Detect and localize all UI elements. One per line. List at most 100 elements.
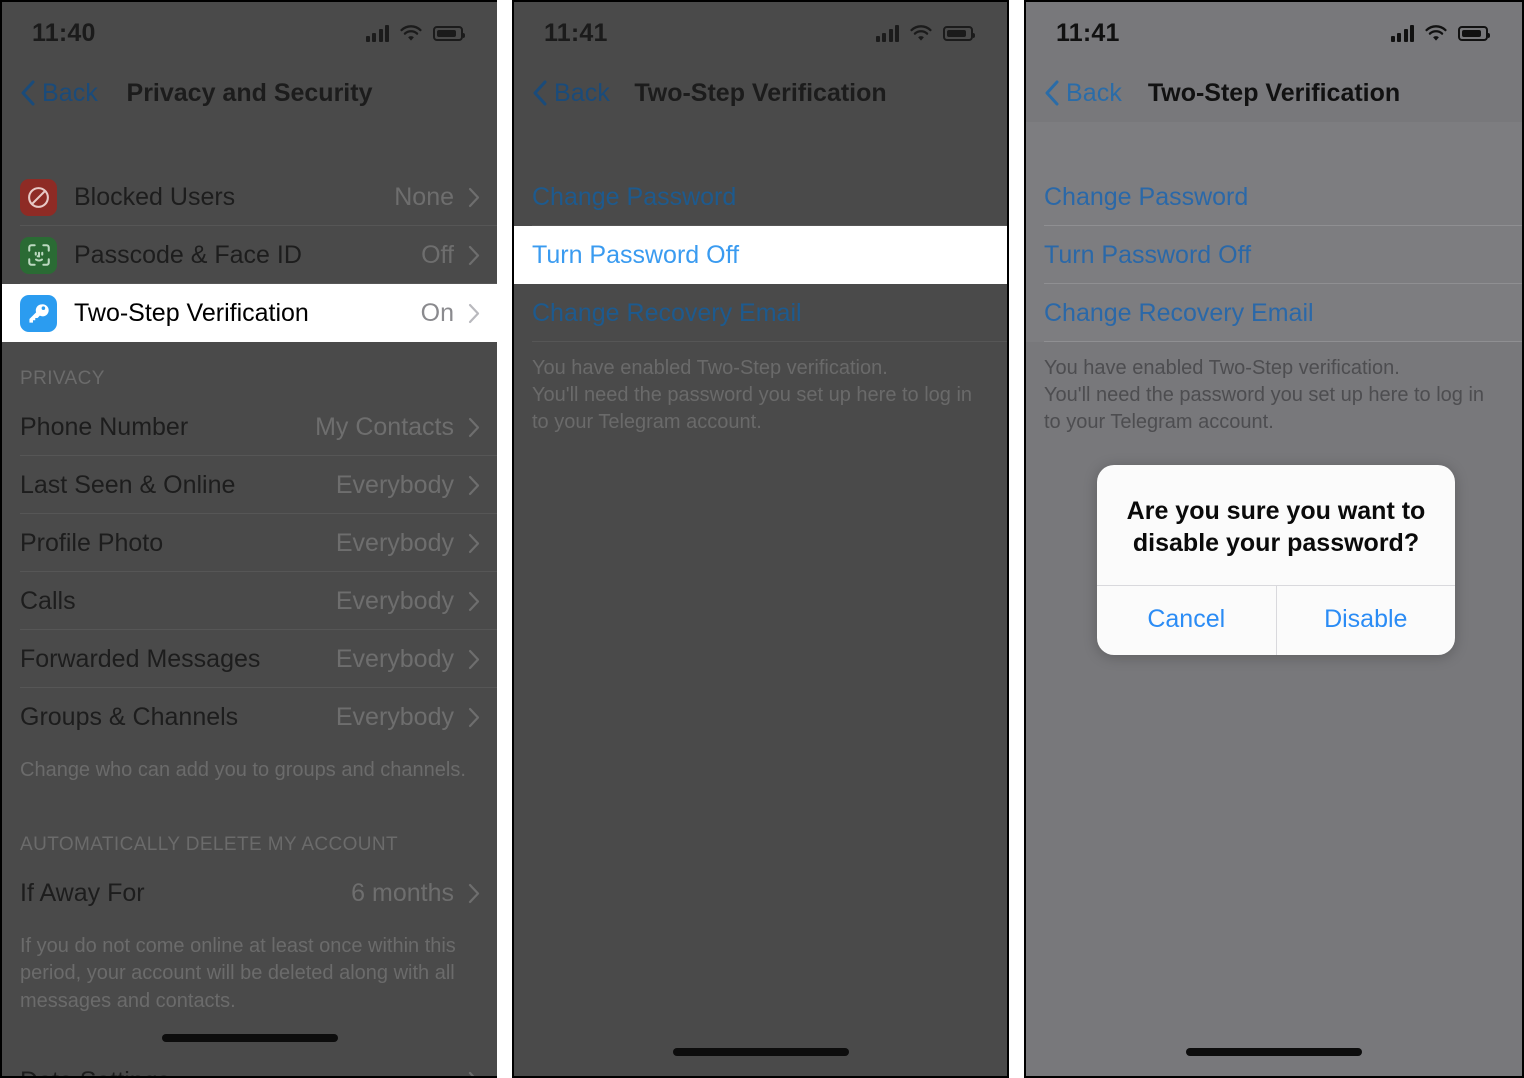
change-password-button[interactable]: Change Password — [1026, 168, 1522, 226]
alert-body: Are you sure you want to disable your pa… — [1097, 465, 1455, 585]
status-bar-clock: 11:41 — [544, 18, 608, 47]
auto-delete-section-footer: If you do not come online at least once … — [2, 922, 497, 1015]
empty-area — [514, 436, 1007, 1076]
row-label: Data Settings — [20, 1067, 468, 1076]
status-bar: 11:41 — [1026, 2, 1522, 64]
row-groups-channels[interactable]: Groups & Channels Everybody — [2, 688, 497, 746]
phone-panel-two-step-verification: 11:41 Back Two-Step Verification Change … — [512, 0, 1009, 1078]
auto-delete-section-header: AUTOMATICALLY DELETE MY ACCOUNT — [2, 784, 497, 865]
change-recovery-email-button[interactable]: Change Recovery Email — [1026, 284, 1522, 342]
phone-panel-disable-password-alert: 11:41 Back Two-Step Verification Change … — [1024, 0, 1524, 1078]
nav-bar: Back Privacy and Security — [2, 64, 497, 122]
cellular-signal-icon — [1390, 24, 1414, 42]
alert-disable-button[interactable]: Disable — [1277, 586, 1456, 655]
row-label: Passcode & Face ID — [74, 240, 302, 269]
row-label: Forwarded Messages — [20, 644, 261, 673]
key-icon — [20, 294, 57, 332]
alert-cancel-button[interactable]: Cancel — [1097, 586, 1277, 655]
home-indicator — [1186, 1048, 1362, 1056]
data-settings-list: Data Settings — [2, 1052, 497, 1076]
screenshot-stage: 11:40 Back Privacy and Security Blocked … — [0, 0, 1524, 1078]
chevron-right-icon — [468, 303, 480, 323]
home-indicator — [161, 1034, 338, 1042]
row-label: Profile Photo — [20, 528, 164, 557]
row-value: My Contacts — [315, 412, 454, 441]
section-gap — [2, 122, 497, 168]
turn-password-off-button[interactable]: Turn Password Off — [1026, 226, 1522, 284]
chevron-left-icon — [533, 80, 547, 106]
row-value: 6 months — [351, 878, 454, 907]
row-forwarded-messages[interactable]: Forwarded Messages Everybody — [2, 630, 497, 688]
row-value: None — [394, 182, 454, 211]
chevron-right-icon — [468, 707, 480, 727]
alert-actions: Cancel Disable — [1097, 585, 1455, 655]
row-data-settings[interactable]: Data Settings — [2, 1052, 497, 1076]
chevron-right-icon — [468, 475, 480, 495]
back-button[interactable]: Back — [20, 79, 98, 108]
status-bar-icons — [875, 24, 975, 42]
nav-bar: Back Two-Step Verification — [1026, 64, 1522, 122]
chevron-right-icon — [468, 883, 480, 903]
row-two-step-verification[interactable]: Two-Step Verification On — [2, 284, 497, 342]
alert-title: Are you sure you want to disable your pa… — [1126, 497, 1426, 557]
chevron-right-icon — [468, 591, 480, 611]
wifi-icon — [1425, 24, 1447, 41]
row-if-away-for[interactable]: If Away For 6 months — [2, 864, 497, 923]
disable-password-alert: Are you sure you want to disable your pa… — [1097, 465, 1455, 655]
link-label: Change Password — [1044, 182, 1249, 211]
two-step-footnote: You have enabled Two-Step verification. … — [1026, 342, 1522, 437]
row-value: Off — [421, 240, 454, 269]
chevron-right-icon — [468, 649, 480, 669]
change-recovery-email-button[interactable]: Change Recovery Email — [514, 284, 1007, 342]
home-indicator — [672, 1048, 849, 1056]
chevron-right-icon — [468, 187, 480, 207]
link-label: Turn Password Off — [532, 240, 740, 269]
auto-delete-list: If Away For 6 months — [2, 864, 497, 923]
row-label: Two-Step Verification — [74, 298, 309, 327]
row-phone-number[interactable]: Phone Number My Contacts — [2, 398, 497, 456]
status-bar: 11:41 — [514, 2, 1007, 64]
face-id-icon — [20, 236, 57, 274]
row-last-seen-online[interactable]: Last Seen & Online Everybody — [2, 456, 497, 514]
row-calls[interactable]: Calls Everybody — [2, 572, 497, 630]
section-gap — [1026, 122, 1522, 168]
wifi-icon — [400, 24, 422, 41]
cellular-signal-icon — [365, 24, 389, 42]
back-button[interactable]: Back — [532, 79, 610, 108]
privacy-list: Phone Number My Contacts Last Seen & Onl… — [2, 398, 497, 746]
security-list: Blocked Users None Passcode & Face ID Of… — [2, 168, 497, 342]
row-label: Last Seen & Online — [20, 470, 236, 499]
row-label: Blocked Users — [74, 182, 236, 211]
status-bar-clock: 11:40 — [32, 18, 96, 47]
row-blocked-users[interactable]: Blocked Users None — [2, 168, 497, 226]
battery-icon — [1458, 25, 1490, 41]
phone-panel-privacy-security: 11:40 Back Privacy and Security Blocked … — [0, 0, 497, 1078]
chevron-right-icon — [468, 1072, 475, 1076]
back-button-label: Back — [554, 78, 610, 107]
status-bar-icons — [1390, 24, 1490, 42]
row-value: Everybody — [335, 470, 454, 499]
row-passcode-face-id[interactable]: Passcode & Face ID Off — [2, 226, 497, 284]
section-gap — [514, 122, 1007, 168]
chevron-right-icon — [468, 245, 480, 265]
change-password-button[interactable]: Change Password — [514, 168, 1007, 226]
two-step-options-list: Change Password Turn Password Off Change… — [514, 168, 1007, 342]
chevron-right-icon — [468, 417, 480, 437]
cellular-signal-icon — [875, 24, 899, 42]
back-button-label: Back — [1066, 78, 1122, 107]
row-label: Calls — [20, 586, 76, 615]
back-button[interactable]: Back — [1044, 79, 1122, 108]
row-value: On — [420, 298, 454, 327]
row-profile-photo[interactable]: Profile Photo Everybody — [2, 514, 497, 572]
row-label: If Away For — [20, 878, 145, 907]
privacy-section-header: PRIVACY — [2, 342, 497, 398]
wifi-icon — [910, 24, 932, 41]
link-label: Turn Password Off — [1044, 240, 1252, 269]
chevron-right-icon — [468, 533, 480, 553]
row-value: Everybody — [335, 528, 454, 557]
row-value: Everybody — [335, 644, 454, 673]
status-bar: 11:40 — [2, 2, 497, 64]
back-button-label: Back — [42, 78, 98, 107]
turn-password-off-button[interactable]: Turn Password Off — [514, 226, 1007, 284]
row-label: Phone Number — [20, 412, 189, 441]
